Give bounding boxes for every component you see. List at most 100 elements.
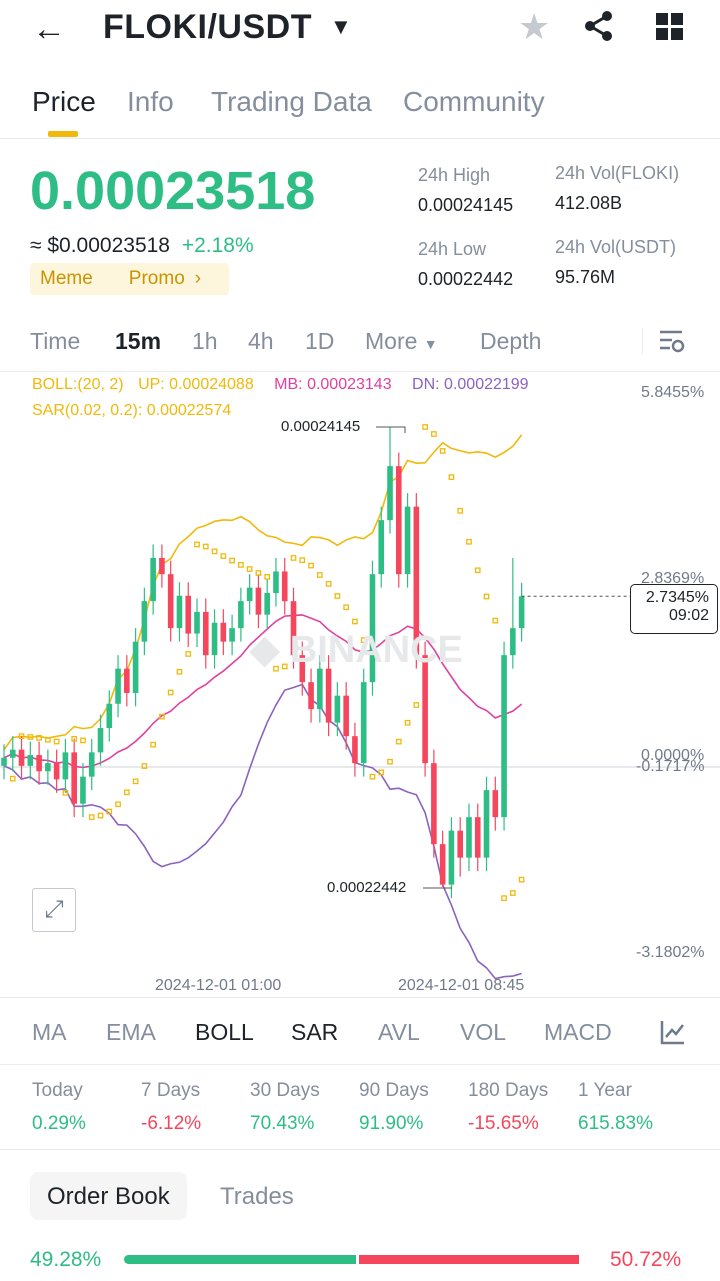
candle-body bbox=[273, 571, 279, 594]
ind-vol[interactable]: VOL bbox=[460, 1019, 506, 1046]
low-label: 24h Low bbox=[418, 239, 487, 259]
chart-settings-icon[interactable] bbox=[659, 328, 685, 354]
grid-menu-icon[interactable] bbox=[656, 13, 684, 41]
candle-body bbox=[431, 763, 437, 845]
sar-dot bbox=[448, 474, 455, 480]
vol-base-label: 24h Vol(FLOKI) bbox=[555, 163, 680, 183]
tf-4h[interactable]: 4h bbox=[248, 328, 274, 355]
candle-body bbox=[264, 593, 270, 615]
sar-dot bbox=[369, 773, 376, 780]
candle-body bbox=[27, 755, 34, 766]
tab-price[interactable]: Price bbox=[32, 86, 96, 118]
tf-1h[interactable]: 1h bbox=[192, 328, 218, 355]
tab-community[interactable]: Community bbox=[403, 86, 545, 118]
low-marker-label: 0.00022442 bbox=[327, 879, 407, 896]
sar-dot bbox=[352, 618, 358, 625]
tags-row[interactable]: Meme Promo › bbox=[30, 263, 229, 295]
candle-body bbox=[106, 703, 113, 729]
tf-depth[interactable]: Depth bbox=[480, 328, 541, 355]
candle-body bbox=[483, 790, 490, 858]
tab-trading-data[interactable]: Trading Data bbox=[211, 86, 372, 118]
sar-dot bbox=[501, 895, 507, 902]
buy-ratio-bar bbox=[124, 1255, 356, 1264]
tab-trades[interactable]: Trades bbox=[220, 1183, 294, 1211]
sar-dot bbox=[422, 424, 428, 430]
ind-avl[interactable]: AVL bbox=[378, 1019, 420, 1046]
watermark: ◆ BINANCE bbox=[249, 629, 463, 671]
sar-dot bbox=[97, 812, 104, 819]
ind-boll[interactable]: BOLL bbox=[195, 1019, 254, 1046]
tag-promo[interactable]: Promo bbox=[129, 268, 185, 289]
price-change: +2.18% bbox=[181, 234, 254, 257]
perf-value: 615.83% bbox=[578, 1113, 654, 1134]
candle-body bbox=[238, 601, 244, 629]
sar-dot bbox=[457, 507, 464, 514]
high-value: 0.00024145 bbox=[418, 195, 514, 215]
sell-ratio-bar bbox=[359, 1255, 579, 1264]
usd-price: ≈ $0.00023518 bbox=[30, 234, 170, 257]
share-icon[interactable] bbox=[583, 10, 615, 42]
high-marker-label: 0.00024145 bbox=[281, 418, 361, 435]
perf-value: 91.90% bbox=[359, 1113, 424, 1134]
y-label-bottom: -3.1802% bbox=[636, 944, 705, 961]
sar-dot bbox=[509, 890, 516, 896]
candle-body bbox=[229, 628, 235, 642]
candle-body bbox=[387, 466, 393, 521]
x-label-2: 2024-12-01 08:45 bbox=[398, 977, 525, 994]
tf-15m[interactable]: 15m bbox=[115, 328, 161, 355]
candle-body bbox=[124, 668, 130, 693]
sar-dot bbox=[325, 581, 332, 587]
sar-dot bbox=[474, 567, 481, 574]
sar-dot bbox=[299, 557, 306, 564]
tab-info[interactable]: Info bbox=[127, 86, 174, 118]
candle-body bbox=[194, 611, 200, 634]
tf-more[interactable]: More ▼ bbox=[365, 328, 438, 355]
sar-dot bbox=[194, 541, 200, 548]
candle-body bbox=[343, 695, 349, 737]
candle-body bbox=[352, 736, 358, 764]
sar-dot bbox=[88, 814, 95, 821]
candle-body bbox=[439, 844, 446, 885]
ind-macd[interactable]: MACD bbox=[544, 1019, 612, 1046]
sar-dot bbox=[211, 548, 218, 555]
candle-countdown: 09:02 bbox=[668, 607, 709, 624]
candle-body bbox=[378, 520, 385, 575]
perf-value: 0.29% bbox=[32, 1113, 86, 1134]
sar-dot bbox=[115, 801, 121, 808]
candle-body bbox=[501, 655, 507, 818]
ind-ma[interactable]: MA bbox=[32, 1019, 67, 1046]
back-arrow-icon[interactable]: ← bbox=[32, 10, 66, 49]
sar-dot bbox=[431, 431, 437, 437]
ind-ema[interactable]: EMA bbox=[106, 1019, 156, 1046]
sar-dot bbox=[229, 557, 235, 564]
sar-dot bbox=[246, 566, 253, 572]
perf-value: -6.12% bbox=[141, 1113, 202, 1134]
tab-order-book[interactable]: Order Book bbox=[30, 1172, 187, 1220]
pair-dropdown-icon[interactable]: ▼ bbox=[330, 14, 352, 40]
candle-body bbox=[281, 571, 288, 602]
candle-body bbox=[88, 752, 95, 777]
candle-body bbox=[395, 466, 402, 575]
tf-1d[interactable]: 1D bbox=[305, 328, 334, 355]
candle-body bbox=[518, 596, 525, 629]
sar-dot bbox=[308, 562, 314, 569]
star-icon[interactable]: ★ bbox=[518, 6, 550, 48]
sar-dot bbox=[290, 555, 297, 561]
sar-dot bbox=[343, 604, 350, 611]
indicator-settings-icon[interactable] bbox=[660, 1019, 686, 1045]
candlestick-chart[interactable]: ◆ BINANCE bbox=[0, 372, 720, 997]
fullscreen-icon[interactable]: ⤢ bbox=[32, 888, 76, 932]
sar-dot bbox=[387, 758, 393, 765]
candle-body bbox=[176, 595, 183, 629]
tag-meme[interactable]: Meme bbox=[40, 268, 93, 289]
sar-dot bbox=[395, 738, 402, 745]
candle-body bbox=[97, 728, 104, 753]
tf-time[interactable]: Time bbox=[30, 328, 80, 355]
perf-label: Today bbox=[32, 1080, 83, 1101]
pair-title[interactable]: FLOKI/USDT bbox=[103, 8, 312, 47]
sar-dot bbox=[334, 593, 341, 599]
sar-dot bbox=[202, 543, 209, 550]
perf-label: 90 Days bbox=[359, 1080, 429, 1101]
ind-sar[interactable]: SAR bbox=[291, 1019, 338, 1046]
candle-body bbox=[457, 830, 464, 858]
